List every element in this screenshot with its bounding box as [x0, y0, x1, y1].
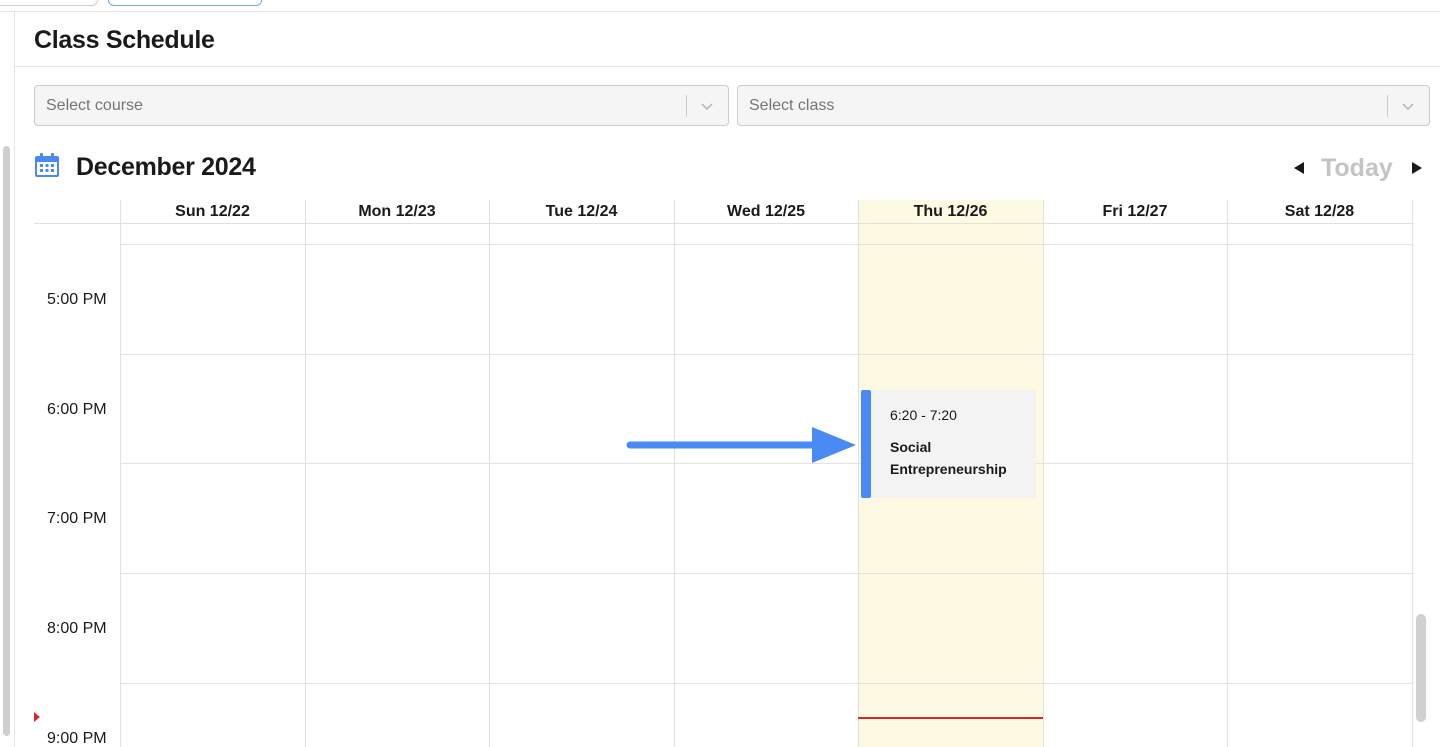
hour-line: [120, 573, 1414, 574]
time-label: 7:00 PM: [47, 510, 107, 527]
course-select-placeholder: Select course: [46, 97, 143, 114]
hour-line: [120, 683, 1414, 684]
header-divider: [34, 223, 1414, 224]
left-divider: [14, 12, 15, 747]
calendar-icon: [35, 153, 59, 177]
column-divider: [1412, 200, 1413, 747]
triangle-left-icon[interactable]: [1290, 157, 1308, 179]
top-tab-strip: [0, 0, 1440, 12]
calendar-scrollbar[interactable]: [1416, 614, 1426, 722]
event-title: Social Entrepreneurship: [890, 439, 1007, 477]
day-header-sat: Sat 12/28: [1284, 203, 1355, 220]
time-label: 5:00 PM: [47, 291, 107, 308]
column-divider: [674, 200, 675, 747]
left-scrollbar[interactable]: [3, 146, 10, 736]
class-select-placeholder: Select class: [749, 97, 835, 114]
event-time: 6:20 - 7:20: [890, 407, 957, 423]
time-label: 8:00 PM: [47, 620, 107, 637]
page-header: Class Schedule: [15, 13, 1440, 67]
day-header-thu: Thu 12/26: [913, 203, 988, 220]
chevron-down-icon[interactable]: [699, 98, 715, 114]
tab-stub-active[interactable]: [108, 0, 262, 6]
select-separator: [1387, 95, 1388, 117]
hour-line: [120, 244, 1414, 245]
event-card[interactable]: 6:20 - 7:20 Social Entrepreneurship: [861, 390, 1036, 498]
month-title: December 2024: [76, 153, 256, 181]
today-button[interactable]: Today: [1321, 154, 1393, 183]
time-label: 6:00 PM: [47, 401, 107, 418]
day-header-wed: Wed 12/25: [727, 203, 805, 220]
page-title: Class Schedule: [34, 26, 215, 54]
column-divider: [1227, 200, 1228, 747]
current-time-marker: [34, 712, 40, 722]
hour-line: [120, 354, 1414, 355]
week-grid: Sun 12/22 Mon 12/23 Tue 12/24 Wed 12/25 …: [34, 200, 1414, 747]
select-separator: [686, 95, 687, 117]
class-select[interactable]: Select class: [737, 85, 1430, 126]
day-header-sun: Sun 12/22: [175, 203, 250, 220]
column-divider: [120, 200, 121, 747]
chevron-down-icon[interactable]: [1400, 98, 1416, 114]
column-divider: [489, 200, 490, 747]
annotation-arrow-icon: [626, 427, 856, 463]
column-divider: [858, 200, 859, 747]
course-select[interactable]: Select course: [34, 85, 729, 126]
tab-stub[interactable]: [0, 0, 98, 6]
current-time-line: [858, 717, 1043, 719]
day-header-fri: Fri 12/27: [1102, 203, 1168, 220]
time-label: 9:00 PM: [47, 730, 107, 747]
column-divider: [1043, 200, 1044, 747]
column-divider: [305, 200, 306, 747]
day-header-tue: Tue 12/24: [545, 203, 618, 220]
day-header-mon: Mon 12/23: [358, 203, 436, 220]
triangle-right-icon[interactable]: [1408, 157, 1426, 179]
